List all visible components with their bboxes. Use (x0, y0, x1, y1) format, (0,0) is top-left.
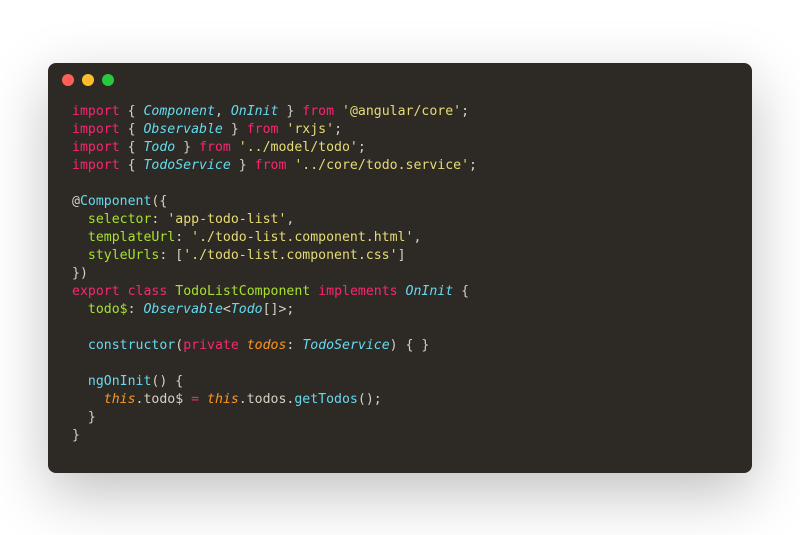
identifier: Todo (143, 140, 175, 155)
operator: = (191, 392, 199, 407)
keyword-import: import (72, 140, 120, 155)
keyword-export: export (72, 284, 120, 299)
keyword-from: from (247, 122, 279, 137)
identifier: Component (143, 104, 214, 119)
keyword-import: import (72, 104, 120, 119)
code-window: import { Component, OnInit } from '@angu… (48, 63, 752, 473)
string: '@angular/core' (342, 104, 461, 119)
keyword-from: from (199, 140, 231, 155)
keyword-from: from (302, 104, 334, 119)
string: './todo-list.component.css' (183, 248, 397, 263)
prop-templateurl: templateUrl (88, 230, 175, 245)
param: todos (247, 338, 287, 353)
decorator: Component (80, 194, 151, 209)
keyword-this: this (207, 392, 239, 407)
string: '../core/todo.service' (294, 158, 469, 173)
keyword-private: private (183, 338, 239, 353)
prop-styleurls: styleUrls (88, 248, 159, 263)
string: 'rxjs' (286, 122, 334, 137)
code-area: import { Component, OnInit } from '@angu… (48, 97, 752, 473)
type: Observable (143, 302, 222, 317)
identifier: OnInit (231, 104, 279, 119)
type: TodoService (302, 338, 389, 353)
interface-name: OnInit (406, 284, 454, 299)
method-call: getTodos (294, 392, 358, 407)
string: '../model/todo' (239, 140, 358, 155)
minimize-icon[interactable] (82, 74, 94, 86)
class-name: TodoListComponent (175, 284, 310, 299)
identifier: Observable (143, 122, 222, 137)
maximize-icon[interactable] (102, 74, 114, 86)
keyword-import: import (72, 122, 120, 137)
field-name: todo$ (88, 302, 128, 317)
prop-selector: selector (88, 212, 152, 227)
keyword-this: this (104, 392, 136, 407)
keyword-implements: implements (318, 284, 397, 299)
keyword-import: import (72, 158, 120, 173)
constructor: constructor (88, 338, 175, 353)
identifier: TodoService (143, 158, 230, 173)
keyword-class: class (128, 284, 168, 299)
close-icon[interactable] (62, 74, 74, 86)
string: './todo-list.component.html' (191, 230, 413, 245)
string: 'app-todo-list' (167, 212, 286, 227)
type: Todo (231, 302, 263, 317)
window-titlebar (48, 63, 752, 97)
keyword-from: from (255, 158, 287, 173)
method-ngoninit: ngOnInit (88, 374, 152, 389)
